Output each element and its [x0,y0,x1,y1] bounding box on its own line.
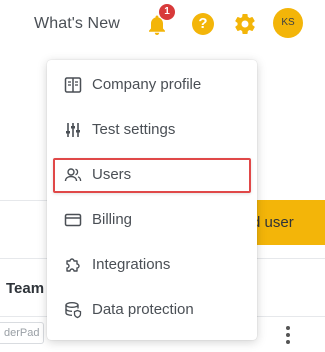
menu-item-billing[interactable]: Billing [47,197,257,242]
menu-item-company-profile[interactable]: Company profile [47,62,257,107]
team-tag: derPad [0,322,44,344]
team-column-header: Team [6,280,45,297]
top-bar: What's New 1 ? KS [0,0,325,52]
database-shield-icon [65,302,82,319]
avatar[interactable]: KS [273,8,303,38]
more-options-icon[interactable] [286,326,290,344]
credit-card-icon [64,213,82,227]
sliders-icon [66,123,80,137]
menu-item-label: Data protection [92,301,194,318]
users-highlight-box [53,158,251,193]
menu-item-label: Billing [92,211,133,228]
menu-item-label: Test settings [92,121,176,138]
settings-dropdown-menu: Company profile Test settings Users Bill… [47,60,257,340]
help-icon[interactable]: ? [192,13,214,35]
company-profile-icon [64,77,82,93]
menu-item-integrations[interactable]: Integrations [47,242,257,287]
puzzle-icon [66,258,80,272]
add-user-label: d user [252,214,294,231]
gear-icon[interactable] [233,12,257,36]
menu-item-label: Integrations [92,256,171,273]
whats-new-link[interactable]: What's New [34,15,120,33]
menu-item-label: Company profile [92,76,202,93]
menu-item-data-protection[interactable]: Data protection [47,287,257,332]
menu-item-test-settings[interactable]: Test settings [47,107,257,152]
notification-badge: 1 [159,4,175,20]
